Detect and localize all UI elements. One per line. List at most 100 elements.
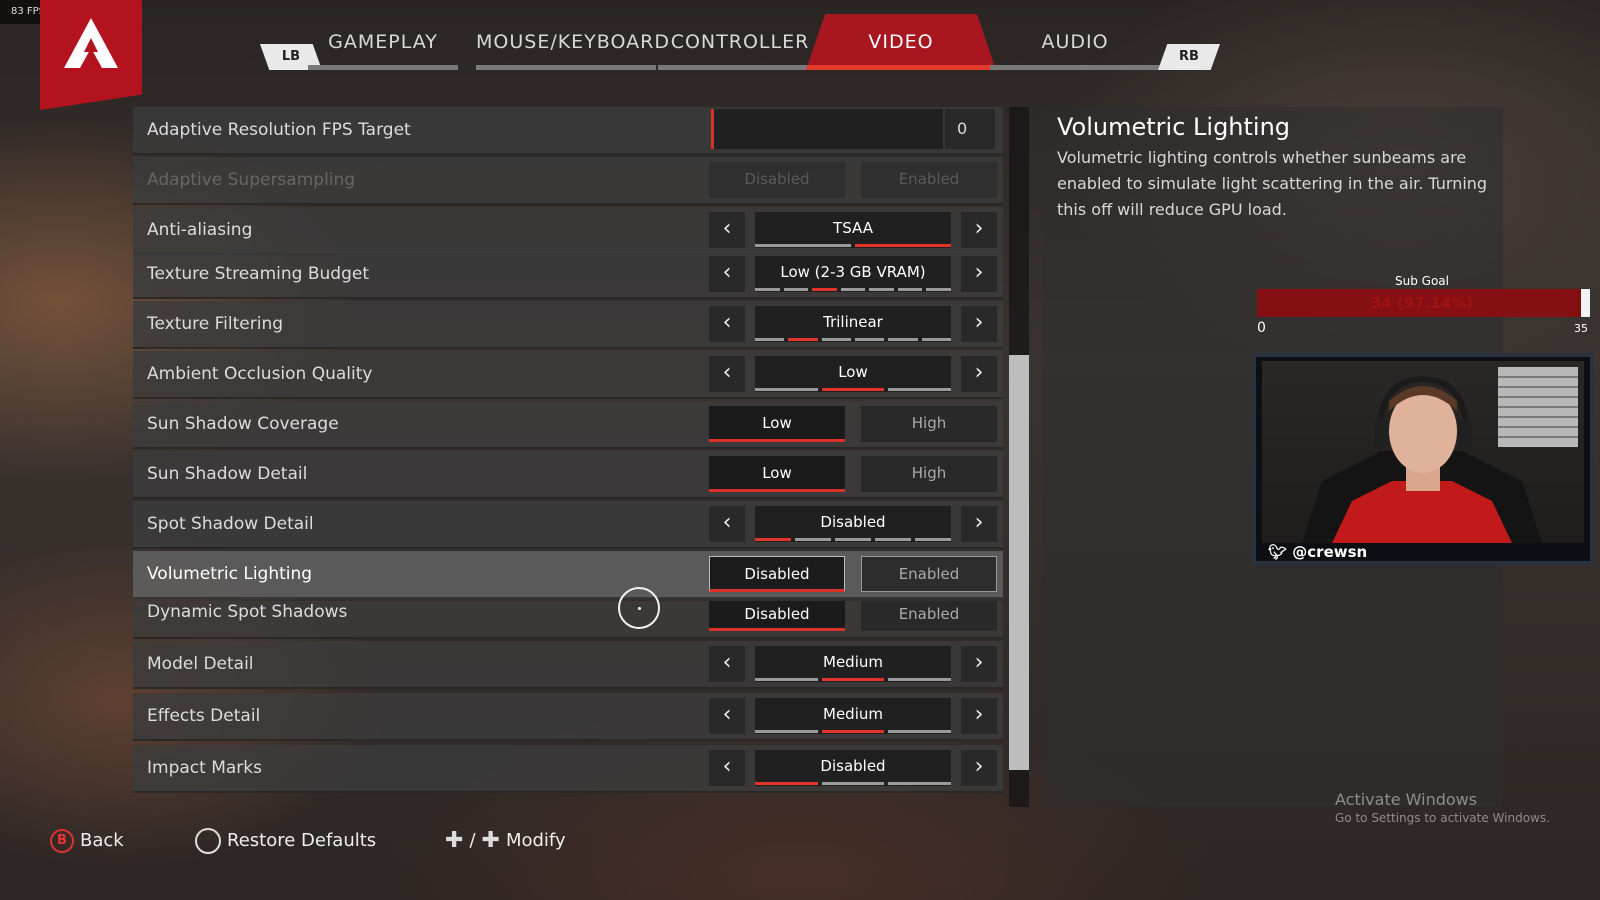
texture-filtering-value: Trilinear xyxy=(755,306,951,342)
setting-label: Texture Filtering xyxy=(147,314,284,334)
setting-row-anti-aliasing[interactable]: Anti-aliasing ‹ TSAA › xyxy=(133,207,1003,255)
chevron-right-icon[interactable]: › xyxy=(961,698,997,734)
webcam-feed xyxy=(1262,361,1584,543)
setting-label: Impact Marks xyxy=(147,758,262,778)
ambient-occlusion-value: Low xyxy=(755,356,951,392)
option-enabled-button[interactable]: Enabled xyxy=(861,601,997,631)
chevron-right-icon[interactable]: › xyxy=(961,306,997,342)
option-enabled-button: Enabled xyxy=(861,162,997,198)
apex-logo-icon xyxy=(64,18,118,68)
chevron-left-icon[interactable]: ‹ xyxy=(709,212,745,248)
sub-goal-bar: 34 (97.14%) xyxy=(1257,289,1587,317)
adaptive-fps-slider[interactable] xyxy=(711,109,943,149)
option-indicator xyxy=(755,730,952,733)
chevron-right-icon[interactable]: › xyxy=(961,256,997,292)
model-detail-value: Medium xyxy=(755,646,951,682)
setting-label: Effects Detail xyxy=(147,706,261,726)
option-enabled-button[interactable]: Enabled xyxy=(861,556,997,592)
setting-label: Adaptive Supersampling xyxy=(147,170,356,190)
settings-tabs: GAMEPLAY MOUSE/KEYBOARD CONTROLLER VIDEO… xyxy=(258,14,1218,72)
description-title: Volumetric Lighting xyxy=(1057,113,1291,141)
setting-row-model-detail[interactable]: Model Detail ‹ Medium › xyxy=(133,641,1003,689)
description-body: Volumetric lighting controls whether sun… xyxy=(1057,148,1488,219)
setting-label: Adaptive Resolution FPS Target xyxy=(147,120,411,140)
adaptive-fps-value[interactable]: 0 xyxy=(945,109,995,149)
modify-label: Modify xyxy=(505,830,566,851)
option-high-button[interactable]: High xyxy=(861,456,997,492)
setting-label: Sun Shadow Detail xyxy=(147,464,308,484)
chevron-left-icon[interactable]: ‹ xyxy=(709,750,745,786)
chevron-right-icon[interactable]: › xyxy=(961,750,997,786)
restore-defaults-label: Restore Defaults xyxy=(227,830,377,851)
setting-row-adaptive-fps[interactable]: Adaptive Resolution FPS Target 0 xyxy=(133,107,1003,155)
tab-mouse-keyboard[interactable]: MOUSE/KEYBOARD xyxy=(476,14,669,70)
watermark-line2: Go to Settings to activate Windows. xyxy=(1335,811,1550,825)
impact-marks-value: Disabled xyxy=(755,750,951,786)
sub-goal-max: 35 xyxy=(1574,322,1588,335)
anti-aliasing-value: TSAA xyxy=(755,212,951,248)
dpad-icon: ✚ xyxy=(445,828,464,853)
footer-hints: B Back Restore Defaults ✚ / ✚ Modify xyxy=(50,826,650,856)
chevron-left-icon[interactable]: ‹ xyxy=(709,646,745,682)
option-indicator xyxy=(755,782,952,785)
tab-audio[interactable]: AUDIO xyxy=(990,14,1160,70)
chevron-left-icon[interactable]: ‹ xyxy=(709,698,745,734)
option-disabled-button[interactable]: Disabled xyxy=(709,556,845,592)
option-indicator xyxy=(755,538,951,541)
sub-goal-cap xyxy=(1581,289,1590,317)
dpad-icon: ✚ xyxy=(481,828,500,853)
option-indicator xyxy=(755,244,951,247)
chevron-left-icon[interactable]: ‹ xyxy=(709,256,745,292)
back-label: Back xyxy=(80,830,124,851)
chevron-left-icon[interactable]: ‹ xyxy=(709,306,745,342)
setting-label: Sun Shadow Coverage xyxy=(147,414,339,434)
setting-row-impact-marks[interactable]: Impact Marks ‹ Disabled › xyxy=(133,745,1003,793)
back-hint[interactable]: B Back xyxy=(50,826,124,856)
tab-video[interactable]: VIDEO xyxy=(806,14,996,70)
setting-row-texture-budget[interactable]: Texture Streaming Budget ‹ Low (2-3 GB V… xyxy=(133,251,1003,299)
option-low-button[interactable]: Low xyxy=(709,406,845,442)
chevron-right-icon[interactable]: › xyxy=(961,356,997,392)
spot-shadow-value: Disabled xyxy=(755,506,951,542)
twitter-handle-text: @crewsn xyxy=(1292,543,1368,561)
watermark-line1: Activate Windows xyxy=(1335,790,1478,809)
option-disabled-button[interactable]: Disabled xyxy=(709,601,845,631)
rb-bumper[interactable]: RB xyxy=(1158,44,1220,70)
tab-gameplay[interactable]: GAMEPLAY xyxy=(308,14,458,70)
setting-row-texture-filtering[interactable]: Texture Filtering ‹ Trilinear › xyxy=(133,301,1003,349)
setting-row-adaptive-supersampling: Adaptive Supersampling Disabled Enabled xyxy=(133,157,1003,205)
modify-hint[interactable]: ✚ / ✚ Modify xyxy=(445,826,566,856)
setting-row-effects-detail[interactable]: Effects Detail ‹ Medium › xyxy=(133,693,1003,741)
option-disabled-button: Disabled xyxy=(709,162,845,198)
chevron-right-icon[interactable]: › xyxy=(961,506,997,542)
twitter-icon: 🐦︎ xyxy=(1268,543,1288,561)
chevron-left-icon[interactable]: ‹ xyxy=(709,356,745,392)
setting-label: Dynamic Spot Shadows xyxy=(147,602,348,622)
setting-row-sun-shadow-coverage[interactable]: Sun Shadow Coverage Low High xyxy=(133,401,1003,449)
sub-goal-min: 0 xyxy=(1257,320,1266,336)
twitter-handle: 🐦︎ @crewsn xyxy=(1268,543,1367,561)
option-low-button[interactable]: Low xyxy=(709,456,845,492)
tab-controller[interactable]: CONTROLLER xyxy=(658,14,822,70)
setting-label: Model Detail xyxy=(147,654,254,674)
slider-fill xyxy=(711,109,714,149)
video-settings-list: Adaptive Resolution FPS Target 0 Adaptiv… xyxy=(133,107,1003,807)
chevron-right-icon[interactable]: › xyxy=(961,212,997,248)
restore-defaults-hint[interactable]: Restore Defaults xyxy=(195,826,376,856)
chevron-right-icon[interactable]: › xyxy=(961,646,997,682)
scrollbar-thumb[interactable] xyxy=(1009,355,1029,770)
setting-row-sun-shadow-detail[interactable]: Sun Shadow Detail Low High xyxy=(133,451,1003,499)
setting-row-volumetric-lighting[interactable]: Volumetric Lighting Disabled Enabled xyxy=(133,551,1003,599)
setting-row-dynamic-spot-shadows[interactable]: Dynamic Spot Shadows Disabled Enabled xyxy=(133,601,1003,639)
setting-label: Spot Shadow Detail xyxy=(147,514,314,534)
sub-goal-text: 34 (97.14%) xyxy=(1370,294,1474,312)
activate-windows-watermark: Activate Windows Go to Settings to activ… xyxy=(1335,790,1550,825)
texture-budget-value: Low (2-3 GB VRAM) xyxy=(755,256,951,292)
option-high-button[interactable]: High xyxy=(861,406,997,442)
chevron-left-icon[interactable]: ‹ xyxy=(709,506,745,542)
cursor-reticle-icon xyxy=(618,587,660,629)
option-indicator xyxy=(755,288,952,291)
sub-goal-label: Sub Goal xyxy=(1395,274,1449,288)
setting-row-ambient-occlusion[interactable]: Ambient Occlusion Quality ‹ Low › xyxy=(133,351,1003,399)
setting-row-spot-shadow-detail[interactable]: Spot Shadow Detail ‹ Disabled › xyxy=(133,501,1003,549)
